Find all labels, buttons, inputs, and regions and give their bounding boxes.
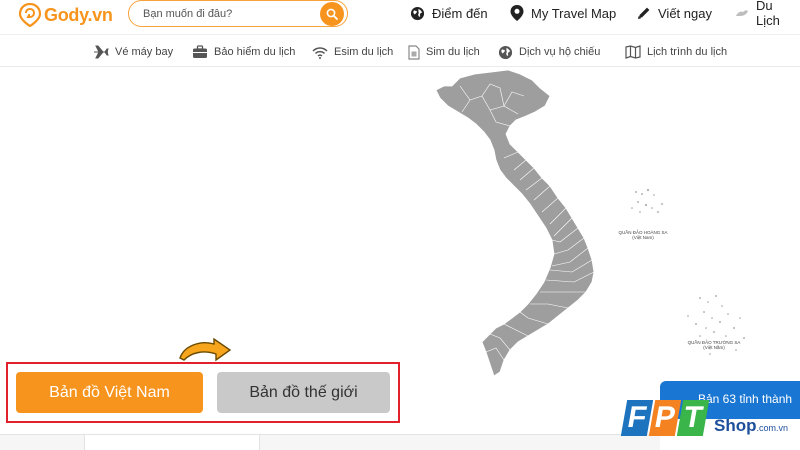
nav-my-travel-map[interactable]: My Travel Map (510, 4, 616, 22)
nav-du-lich[interactable]: Du Lịch (735, 0, 800, 28)
fpt-letter-p: P (648, 400, 682, 436)
search-box[interactable] (128, 0, 348, 27)
subnav-label: Dịch vụ hộ chiếu (519, 46, 601, 58)
bottom-panel (0, 434, 660, 450)
hoang-sa-label: QUẦN ĐẢO HOÀNG SA (Việt Nam) (618, 230, 668, 240)
service-nav: Vé máy bay Bảo hiểm du lịch Esim du lịch… (0, 34, 800, 67)
fpt-letter-t: T (676, 400, 710, 436)
bottom-panel-segment (84, 435, 260, 450)
vietnam-map[interactable]: QUẦN ĐẢO HOÀNG SA (Việt Nam) QUẦN ĐẢO TR… (400, 66, 800, 382)
nav-diem-den[interactable]: Điểm đến (410, 4, 488, 22)
hoang-sa-islands[interactable] (631, 189, 663, 213)
search-input[interactable] (143, 5, 313, 23)
airplane-icon (94, 45, 109, 59)
shop-text: Shop.com.vn (714, 416, 788, 436)
subnav-label: Vé máy bay (115, 46, 174, 58)
wifi-icon (312, 46, 328, 59)
search-icon (326, 8, 338, 20)
subnav-sim[interactable]: Sim du lịch (408, 43, 480, 61)
subnav-lich-trinh[interactable]: Lịch trình du lịch (625, 43, 727, 61)
subnav-label: Bảo hiểm du lịch (214, 46, 296, 58)
map-pin-icon (510, 5, 524, 21)
truong-sa-label: QUẦN ĐẢO TRƯỜNG SA (Việt Nam) (686, 340, 742, 350)
subnav-label: Sim du lịch (426, 46, 480, 58)
map-icon (625, 45, 641, 59)
logo-pin-icon (18, 3, 42, 27)
curved-arrow-icon (179, 338, 232, 362)
fpt-letter-f: F (620, 400, 654, 436)
gody-logo[interactable]: Gody.vn (18, 2, 113, 28)
shop-label: Shop (714, 416, 757, 435)
pencil-icon (638, 7, 650, 19)
subnav-ho-chieu[interactable]: Dịch vụ hộ chiếu (498, 43, 600, 61)
logo-text: Gody.vn (44, 4, 113, 25)
subnav-label: Lịch trình du lịch (647, 46, 728, 58)
vietnam-map-shape (435, 69, 745, 377)
subnav-bao-hiem[interactable]: Bảo hiểm du lịch (192, 43, 295, 61)
nav-label: Viết ngay (658, 5, 712, 21)
hoang-sa-country: (Việt Nam) (632, 235, 654, 240)
search-button[interactable] (320, 2, 344, 26)
globe-icon (498, 45, 513, 59)
travel-icon (735, 10, 748, 16)
vietnam-mainland[interactable] (435, 69, 595, 377)
fpt-shop-watermark: F P T Shop.com.vn (620, 396, 800, 450)
nav-label: Điểm đến (432, 5, 488, 21)
nav-label: Du Lịch (755, 0, 780, 28)
briefcase-icon (193, 45, 207, 58)
subnav-esim[interactable]: Esim du lịch (312, 43, 393, 61)
globe-icon (410, 6, 425, 20)
shop-domain: .com.vn (756, 423, 789, 433)
nav-viet-ngay[interactable]: Viết ngay (637, 4, 712, 22)
top-header: Gody.vn Điểm đến My Travel Map Viết ngay (0, 0, 800, 34)
truong-sa-country: (Việt Nam) (703, 345, 725, 350)
subnav-label: Esim du lịch (334, 46, 394, 58)
subnav-ve-may-bay[interactable]: Vé máy bay (93, 43, 173, 61)
vietnam-map-button[interactable]: Bản đồ Việt Nam (16, 372, 203, 413)
sim-card-icon (408, 44, 420, 60)
world-map-button[interactable]: Bản đồ thế giới (217, 372, 390, 413)
nav-label: My Travel Map (531, 5, 617, 21)
